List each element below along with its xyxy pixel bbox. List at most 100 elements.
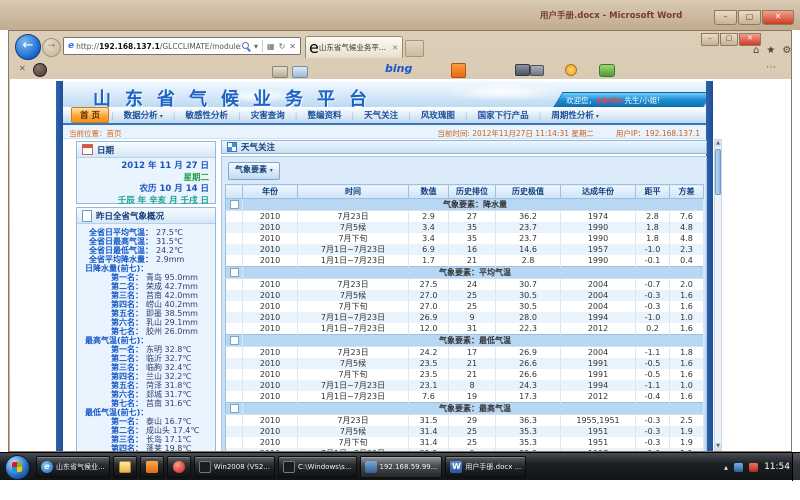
nav-item-1[interactable]: 数据分析 ▾ xyxy=(116,108,171,122)
show-desktop-button[interactable] xyxy=(792,453,800,481)
addon-close-icon[interactable]: ✕ xyxy=(19,64,26,73)
group-label[interactable]: 气象要素：降水量 xyxy=(243,199,704,211)
table-cell: 25 xyxy=(449,301,496,312)
camera-icon[interactable] xyxy=(515,64,530,76)
taskbar-clock[interactable]: 11:54 xyxy=(764,462,790,472)
scrollbar-thumb[interactable] xyxy=(715,149,721,195)
start-button[interactable] xyxy=(5,455,30,480)
tray-chevron-up-icon[interactable]: ▴ xyxy=(724,463,728,472)
nav-item-2[interactable]: 敏感性分析 xyxy=(178,108,237,122)
stat-label: 全省平均降水量： xyxy=(81,255,153,264)
forward-button[interactable]: → xyxy=(42,38,61,57)
checkbox[interactable] xyxy=(230,200,239,209)
element-dropdown-button[interactable]: 气象要素 ▾ xyxy=(228,162,280,180)
table-cell: -1.0 xyxy=(636,448,670,451)
rank-line: 第四名：兰山 32.2℃ xyxy=(81,372,209,381)
minimize-icon[interactable]: – xyxy=(714,10,737,25)
table-cell: 26.9 xyxy=(409,312,449,323)
rank-label: 第五名： xyxy=(81,381,143,390)
camera-icon-2[interactable] xyxy=(530,65,544,76)
group-label[interactable]: 气象要素：最高气温 xyxy=(243,403,704,415)
nav-item-7[interactable]: 国家下行产品 xyxy=(470,108,537,122)
search-icon[interactable] xyxy=(242,42,251,51)
scroll-up-icon[interactable]: ▲ xyxy=(715,140,721,147)
nav-item-8[interactable]: 周期性分析 ▾ xyxy=(543,108,607,122)
nav-item-3[interactable]: 灾害查询 xyxy=(243,108,293,122)
nav-separator: | xyxy=(295,111,298,120)
tab-favicon: e xyxy=(309,38,319,57)
table-cell: 1991 xyxy=(561,358,636,369)
nav-item-0[interactable]: 首 页 xyxy=(71,107,109,123)
stat-line: 全省日最低气温：24.2℃ xyxy=(81,246,209,255)
vertical-scrollbar[interactable]: ▲ ▼ xyxy=(714,139,722,451)
user-ip: 用户IP：192.168.137.1 xyxy=(616,128,700,139)
row-blank-cell xyxy=(226,279,243,291)
scroll-down-icon[interactable]: ▼ xyxy=(715,443,721,450)
back-button[interactable]: ← xyxy=(15,34,41,60)
more-icon[interactable]: ⋯ xyxy=(766,62,777,73)
tab-close-icon[interactable]: ✕ xyxy=(391,44,399,52)
group-label[interactable]: 气象要素：平均气温 xyxy=(243,267,704,279)
table-cell: 1.8 xyxy=(670,347,704,359)
nav-item-5[interactable]: 天气关注 xyxy=(356,108,406,122)
taskbar-button-3[interactable] xyxy=(167,456,191,478)
rank-value: 菏泽 31.8℃ xyxy=(143,381,191,390)
rank-label: 第六名： xyxy=(81,390,143,399)
table-cell: 7月5候 xyxy=(298,358,409,369)
tray-status-icon[interactable] xyxy=(749,463,758,472)
nav-item-6[interactable]: 风玫瑰图 xyxy=(413,108,463,122)
taskbar-button-6[interactable]: 192.168.59.99... xyxy=(360,456,443,478)
group-label[interactable]: 气象要素：最低气温 xyxy=(243,335,704,347)
calendar-icon xyxy=(82,144,93,155)
taskbar-button-2[interactable] xyxy=(140,456,164,478)
table-cell: 7月23日 xyxy=(298,347,409,359)
home-icon[interactable]: ⌂ xyxy=(753,45,759,56)
rank-label: 第一名： xyxy=(81,345,143,354)
table-row: 20107月5候31.42535.31951-0.31.9 xyxy=(226,426,704,437)
browser-tab[interactable]: e 山东省气候业务平... ✕ xyxy=(305,36,403,58)
checkbox[interactable] xyxy=(230,404,239,413)
table-cell: 2010 xyxy=(243,448,298,451)
compatibility-view-icon[interactable]: ▦ xyxy=(267,42,275,51)
address-bar[interactable]: e http://192.168.137.1/GLCCLIMATE/module… xyxy=(63,37,301,55)
people-icon[interactable] xyxy=(599,64,615,77)
minimize-icon[interactable]: – xyxy=(701,33,719,46)
table-cell: 1.7 xyxy=(409,255,449,267)
refresh-icon[interactable]: ↻ xyxy=(279,42,286,51)
taskbar-button-1[interactable] xyxy=(113,456,137,478)
table-row: 20107月下旬3.43523.719901.84.8 xyxy=(226,233,704,244)
close-icon[interactable]: ✕ xyxy=(762,10,794,25)
taskbar-button-4[interactable]: Win2008 (VS2... xyxy=(194,456,275,478)
sparkle-icon[interactable] xyxy=(565,64,577,76)
maximize-icon[interactable]: ▢ xyxy=(720,33,738,46)
card-icon[interactable] xyxy=(272,66,288,78)
maximize-icon[interactable]: ▢ xyxy=(738,10,761,25)
stop-icon[interactable]: ✕ xyxy=(289,42,296,51)
favorites-star-icon[interactable]: ★ xyxy=(766,45,775,56)
checkbox[interactable] xyxy=(230,268,239,277)
checkbox[interactable] xyxy=(230,336,239,345)
taskbar-button-5[interactable]: C:\Windows\s... xyxy=(278,456,357,478)
date-line-3: 壬辰 年 辛亥 月 壬戌 日 xyxy=(81,196,209,208)
taskbar-button-0[interactable]: e山东省气候业... xyxy=(36,456,110,478)
toolbar-app-icon[interactable] xyxy=(451,63,466,78)
bing-logo[interactable]: bing xyxy=(385,62,412,75)
rank-line: 第五名：菏泽 31.8℃ xyxy=(81,381,209,390)
taskbar-button-label: 192.168.59.99... xyxy=(380,463,438,471)
summary-panel-title: 昨日全省气象概况 xyxy=(96,210,164,222)
new-tab-button[interactable] xyxy=(405,40,424,57)
date-line-1: 星期二 xyxy=(81,173,209,185)
table-cell: 2010 xyxy=(243,437,298,448)
summary-panel-header: 昨日全省气象概况 xyxy=(77,208,215,224)
table-cell: 25 xyxy=(449,437,496,448)
taskbar-button-7[interactable]: W用户手册.docx ... xyxy=(445,456,526,478)
tray-network-icon[interactable] xyxy=(734,463,743,472)
nav-separator: | xyxy=(238,111,241,120)
chevron-down-icon[interactable]: ▾ xyxy=(254,42,258,51)
table-cell: 27.0 xyxy=(409,301,449,312)
tab-title: 山东省气候业务平... xyxy=(319,42,391,53)
nav-item-4[interactable]: 整编资料 xyxy=(299,108,349,122)
gear-icon[interactable]: ⚙ xyxy=(782,45,791,56)
addon-app-icon[interactable] xyxy=(33,63,47,77)
envelope-icon[interactable] xyxy=(292,66,308,78)
